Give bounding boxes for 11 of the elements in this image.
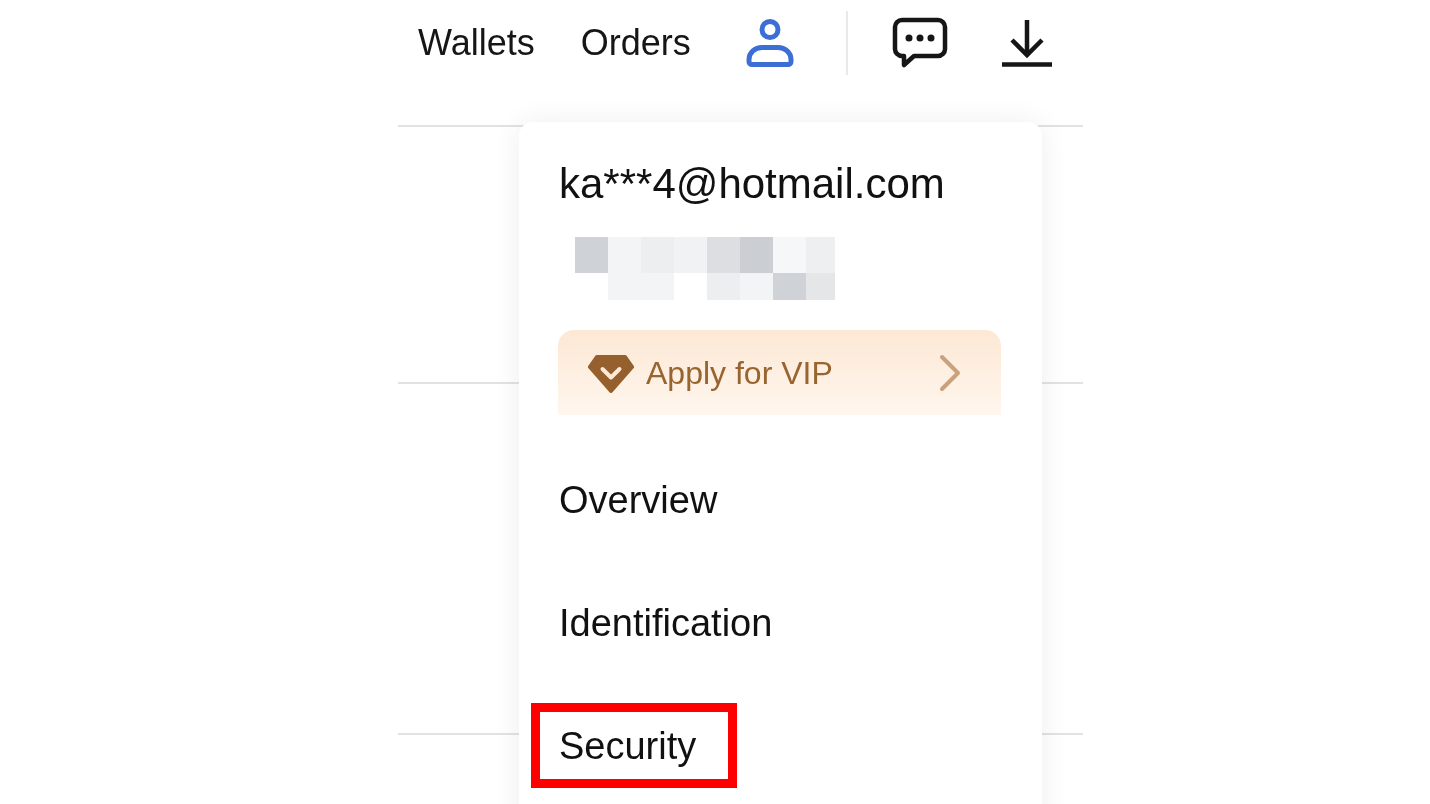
chevron-right-icon — [938, 352, 962, 393]
menu-item[interactable]: Overview — [531, 457, 759, 542]
user-icon[interactable] — [743, 18, 796, 68]
menu-item[interactable]: Identification — [531, 580, 814, 665]
account-email: ka***4@hotmail.com — [559, 160, 946, 208]
nav-link[interactable]: Orders — [580, 25, 691, 61]
download-icon[interactable] — [1001, 19, 1052, 67]
chat-bubble-icon[interactable] — [891, 17, 948, 69]
menu-item[interactable]: Security — [531, 703, 738, 788]
vip-banner[interactable]: Apply for VIP — [558, 330, 1001, 415]
nav-link[interactable]: Wallets — [418, 25, 535, 61]
